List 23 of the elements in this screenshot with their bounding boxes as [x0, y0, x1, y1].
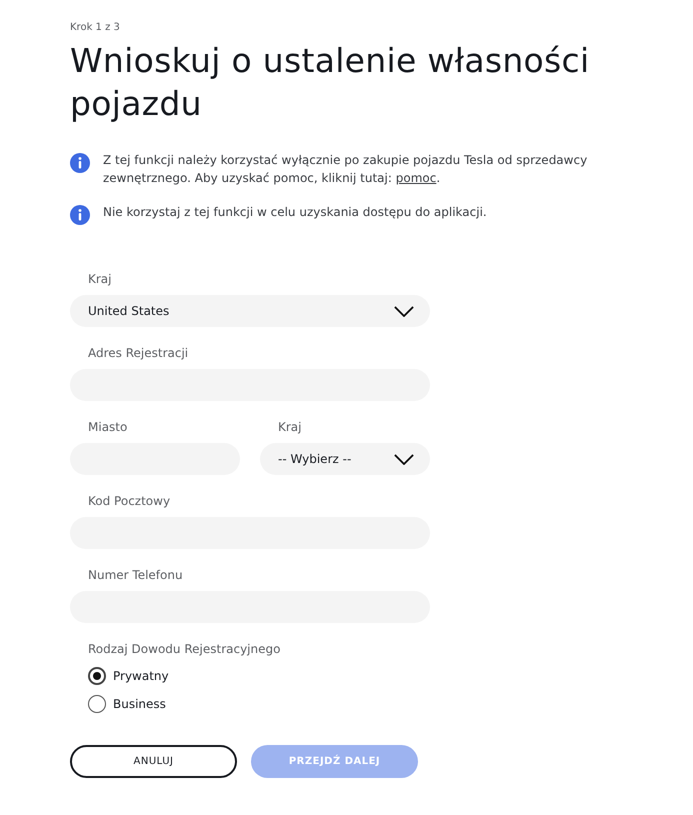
help-link[interactable]: pomoc — [396, 171, 436, 185]
field-label: Kraj — [87, 271, 112, 287]
field-label: Adres Rejestracji — [87, 345, 190, 361]
chevron-down-icon — [394, 306, 414, 316]
field-label: Kraj — [277, 419, 302, 435]
radio-button[interactable] — [88, 695, 106, 713]
field-label: Miasto — [87, 419, 128, 435]
dropdown[interactable]: -- Wybierz -- — [260, 443, 430, 475]
info-icon — [70, 205, 90, 225]
field-label: Numer Telefonu — [87, 567, 184, 583]
page-title: Wnioskuj o ustalenie własności pojazdu — [70, 40, 590, 125]
field-label: Rodzaj Dowodu Rejestracyjnego — [87, 641, 282, 657]
info-message: Z tej funkcji należy korzystać wyłącznie po zakupie pojazdu Tesla od sprzedawcy zewnętrznego. Aby uzyskać pomoc, kliknij tutaj: pomoc. — [103, 152, 588, 187]
info-icon — [70, 153, 90, 173]
info-message: Nie korzystaj z tej funkcji w celu uzyskania dostępu do aplikacji. — [103, 204, 488, 221]
radio-button[interactable] — [88, 667, 106, 685]
dropdown[interactable]: United States — [70, 295, 430, 327]
cancel-button[interactable]: ANULUJ — [70, 745, 237, 778]
radio-label[interactable]: Prywatny — [113, 669, 169, 683]
step-indicator: Krok 1 z 3 — [70, 22, 121, 33]
field-label: Kod Pocztowy — [87, 493, 172, 509]
radio-label[interactable]: Business — [113, 697, 166, 711]
chevron-down-icon — [394, 454, 414, 464]
